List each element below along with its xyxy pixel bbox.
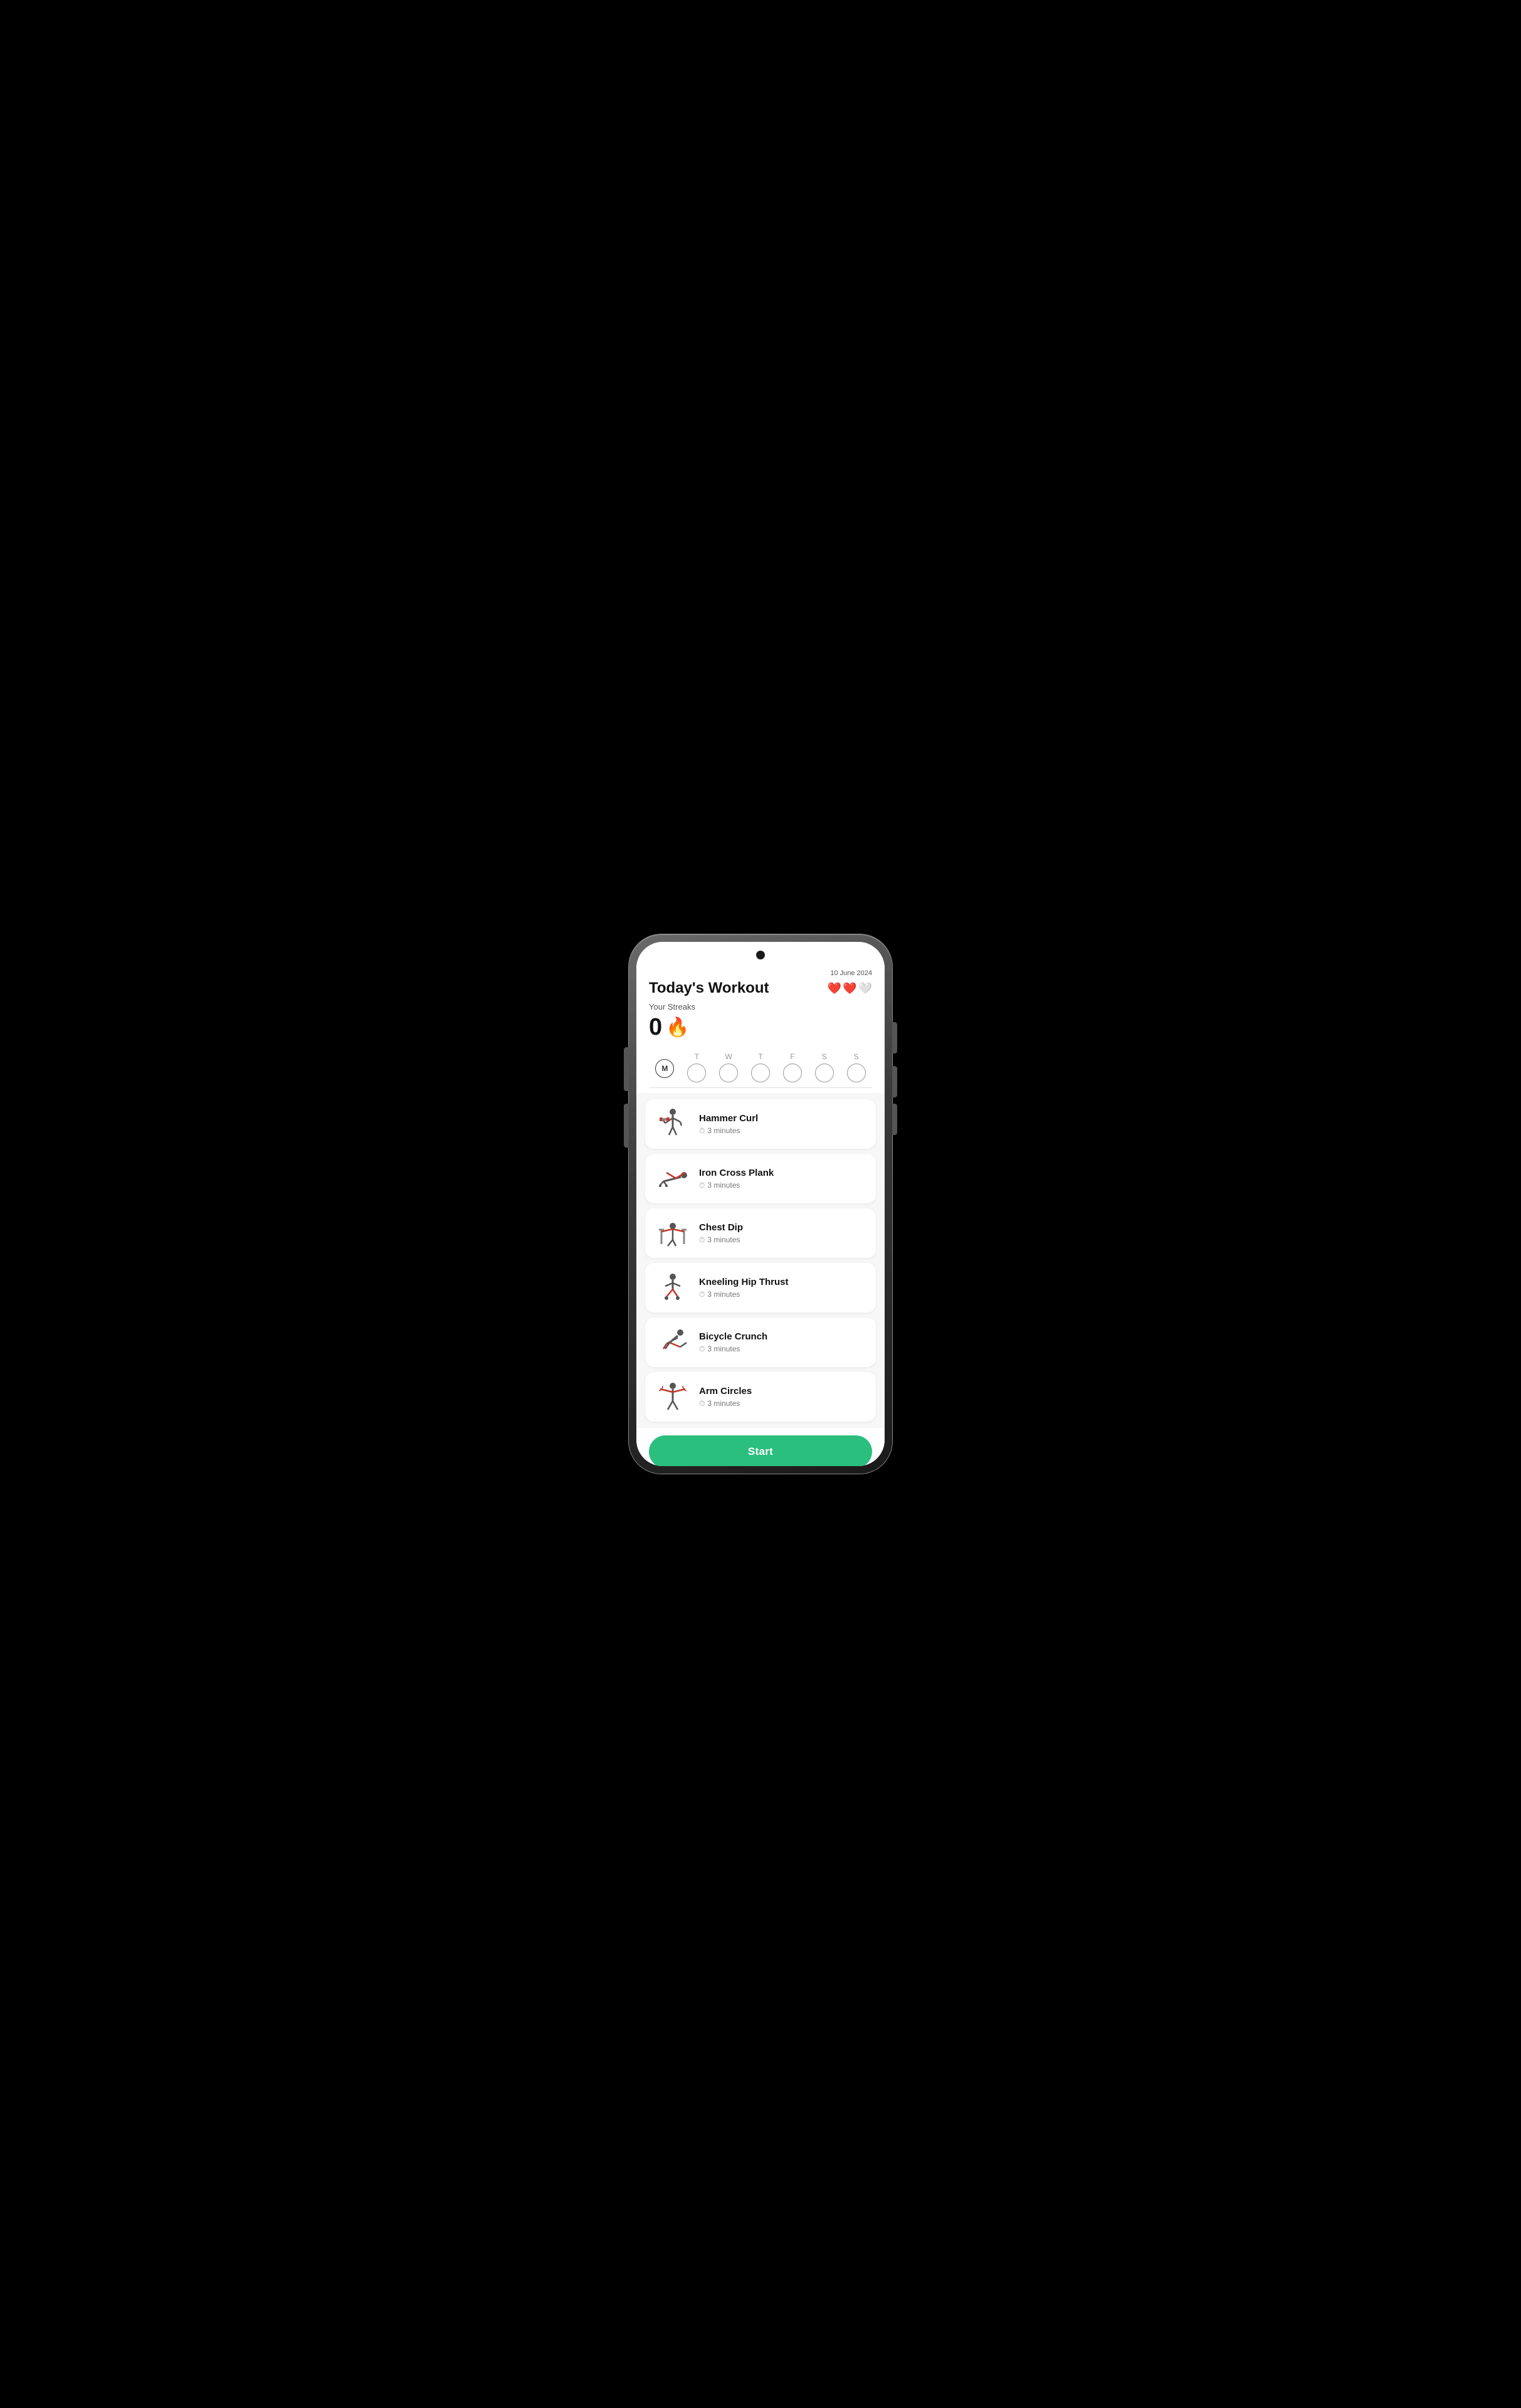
camera-bar [636, 942, 885, 964]
day-friday[interactable]: F [776, 1052, 808, 1082]
exercise-duration: ⏱ 3 minutes [699, 1235, 867, 1245]
exercise-name: Iron Cross Plank [699, 1168, 867, 1178]
exercise-duration: ⏱ 3 minutes [699, 1181, 867, 1190]
bicycle-crunch-image [654, 1325, 692, 1360]
clock-icon: ⏱ [699, 1399, 705, 1408]
arm-circles-image [654, 1380, 692, 1414]
day-wednesday[interactable]: W [713, 1052, 745, 1082]
screen-content: 10 June 2024 Today's Workout ❤️ ❤️ 🤍 You… [636, 964, 885, 1466]
streaks-section: Your Streaks 0 🔥 [636, 1002, 885, 1047]
list-item[interactable]: Chest Dip ⏱ 3 minutes [645, 1208, 876, 1258]
iron-cross-plank-info: Iron Cross Plank ⏱ 3 minutes [699, 1168, 867, 1190]
exercise-duration: ⏱ 3 minutes [699, 1290, 867, 1299]
bottom-area: Start [636, 1428, 885, 1466]
exercise-name: Kneeling Hip Thrust [699, 1277, 867, 1287]
start-button[interactable]: Start [649, 1435, 872, 1466]
heart-1: ❤️ [828, 982, 841, 995]
days-grid: M T W T F [649, 1052, 872, 1088]
hearts-container: ❤️ ❤️ 🤍 [828, 982, 872, 995]
day-saturday[interactable]: S [808, 1052, 840, 1082]
page-title: Today's Workout [649, 980, 769, 997]
clock-icon: ⏱ [699, 1290, 705, 1299]
exercise-name: Chest Dip [699, 1222, 867, 1233]
phone-screen: 10 June 2024 Today's Workout ❤️ ❤️ 🤍 You… [636, 942, 885, 1466]
exercise-duration: ⏱ 3 minutes [699, 1399, 867, 1408]
days-row: M T W T F [636, 1047, 885, 1093]
exercise-duration: ⏱ 3 minutes [699, 1126, 867, 1136]
chest-dip-info: Chest Dip ⏱ 3 minutes [699, 1222, 867, 1245]
exercise-name: Hammer Curl [699, 1113, 867, 1124]
exercise-duration: ⏱ 3 minutes [699, 1344, 867, 1354]
header: 10 June 2024 Today's Workout ❤️ ❤️ 🤍 [636, 964, 885, 1002]
clock-icon: ⏱ [699, 1181, 705, 1190]
day-sunday[interactable]: S [840, 1052, 872, 1082]
clock-icon: ⏱ [699, 1235, 705, 1245]
camera-dot [756, 951, 765, 959]
day-tuesday[interactable]: T [681, 1052, 713, 1082]
heart-2: ❤️ [843, 982, 856, 995]
heart-3: 🤍 [858, 982, 872, 995]
streak-count: 0 🔥 [649, 1014, 872, 1041]
title-hearts-row: Today's Workout ❤️ ❤️ 🤍 [649, 980, 872, 997]
kneeling-hip-thrust-image [654, 1270, 692, 1305]
bicycle-crunch-info: Bicycle Crunch ⏱ 3 minutes [699, 1331, 867, 1354]
list-item[interactable]: Iron Cross Plank ⏱ 3 minutes [645, 1154, 876, 1203]
list-item[interactable]: Bicycle Crunch ⏱ 3 minutes [645, 1318, 876, 1367]
kneeling-hip-thrust-info: Kneeling Hip Thrust ⏱ 3 minutes [699, 1277, 867, 1299]
hammer-curl-image [654, 1107, 692, 1141]
flame-icon: 🔥 [666, 1017, 689, 1038]
exercise-name: Bicycle Crunch [699, 1331, 867, 1342]
streak-number: 0 [649, 1014, 662, 1041]
list-item[interactable]: Hammer Curl ⏱ 3 minutes [645, 1099, 876, 1149]
arm-circles-info: Arm Circles ⏱ 3 minutes [699, 1386, 867, 1408]
iron-cross-plank-image [654, 1161, 692, 1196]
phone-frame: 10 June 2024 Today's Workout ❤️ ❤️ 🤍 You… [629, 934, 892, 1474]
list-item[interactable]: Arm Circles ⏱ 3 minutes [645, 1372, 876, 1422]
clock-icon: ⏱ [699, 1344, 705, 1354]
chest-dip-image [654, 1216, 692, 1250]
clock-icon: ⏱ [699, 1126, 705, 1136]
day-monday[interactable]: M [649, 1057, 681, 1078]
list-item[interactable]: Kneeling Hip Thrust ⏱ 3 minutes [645, 1263, 876, 1312]
workout-list: Hammer Curl ⏱ 3 minutes [636, 1093, 885, 1428]
streaks-label: Your Streaks [649, 1002, 872, 1011]
hammer-curl-info: Hammer Curl ⏱ 3 minutes [699, 1113, 867, 1136]
day-thursday[interactable]: T [745, 1052, 777, 1082]
date: 10 June 2024 [649, 969, 872, 977]
exercise-name: Arm Circles [699, 1386, 867, 1397]
